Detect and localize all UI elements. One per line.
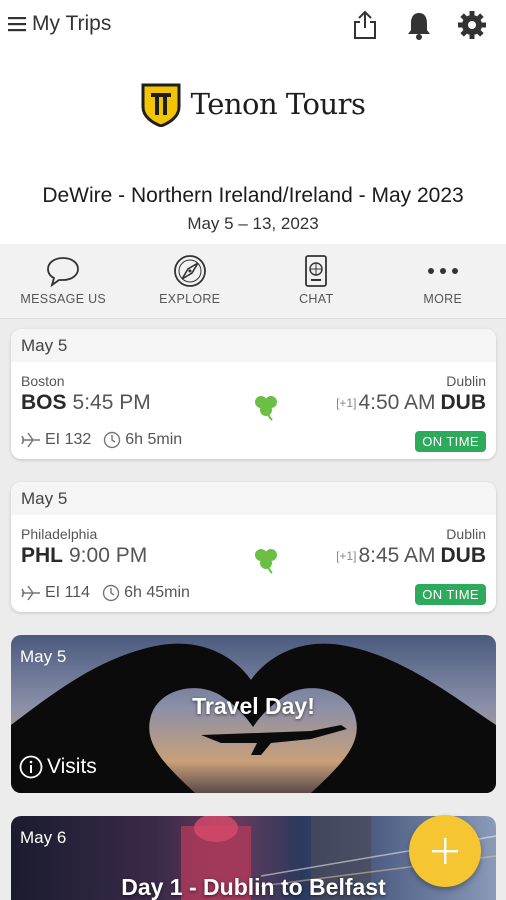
brand-logo: Tenon Tours: [0, 78, 506, 130]
itinerary-feed[interactable]: May 5 Boston Dublin BOS 5:45 PM [+1]4:50 …: [0, 319, 506, 900]
day-title: Travel Day!: [192, 693, 315, 719]
departure-city: Philadelphia: [21, 526, 98, 542]
airplane-icon: [21, 432, 40, 448]
message-us-button[interactable]: MESSAGE US: [0, 244, 127, 318]
flight-meta: EI 132 6h 5min: [21, 431, 182, 449]
action-bar: MESSAGE US EXPLORE CHAT MORE: [0, 244, 506, 319]
clock-icon: [104, 431, 121, 449]
info-icon: [19, 755, 43, 779]
day-date: May 6: [20, 828, 67, 847]
day-date: May 5: [20, 647, 67, 666]
chat-label: CHAT: [299, 292, 334, 306]
message-us-label: MESSAGE US: [20, 292, 107, 306]
trip-dates: May 5 – 13, 2023: [187, 214, 319, 233]
explore-label: EXPLORE: [159, 292, 221, 306]
page-title: My Trips: [32, 12, 112, 35]
flight-number: EI 132: [45, 431, 92, 448]
departure-time: 5:45 PM: [72, 391, 151, 414]
flight-date: May 5: [11, 329, 496, 362]
departure-city: Boston: [21, 373, 65, 389]
departure-info: PHL 9:00 PM: [21, 544, 147, 568]
arrival-city: Dublin: [446, 526, 486, 542]
share-icon: [354, 10, 376, 39]
tenon-shield-logo: [141, 83, 181, 127]
arrival-city: Dublin: [446, 373, 486, 389]
trip-title: DeWire - Northern Ireland/Ireland - May …: [42, 184, 464, 207]
departure-code: PHL: [21, 544, 63, 567]
more-label: MORE: [423, 292, 463, 306]
more-button[interactable]: MORE: [380, 244, 506, 318]
compass-icon: [173, 255, 206, 287]
day-card-travel[interactable]: May 5 Travel Day! Visits: [11, 635, 496, 793]
menu-icon: [8, 17, 26, 32]
arrival-code: DUB: [440, 544, 487, 567]
add-button[interactable]: [409, 815, 481, 887]
chat-button[interactable]: CHAT: [253, 244, 380, 318]
bell-icon: [408, 13, 430, 40]
visits-label: Visits: [47, 755, 97, 778]
arrival-info: [+1]8:45 AM DUB: [336, 544, 486, 568]
flight-card[interactable]: May 5 Boston Dublin BOS 5:45 PM [+1]4:50 …: [11, 329, 496, 459]
flight-duration: 6h 45min: [124, 584, 190, 601]
visits-button[interactable]: Visits: [19, 755, 97, 779]
flight-duration: 6h 5min: [125, 431, 183, 448]
settings-button[interactable]: [455, 8, 489, 42]
departure-info: BOS 5:45 PM: [21, 391, 151, 415]
flight-meta: EI 114 6h 45min: [21, 584, 190, 602]
shamrock-icon: [255, 396, 277, 421]
arrival-time: 4:50 AM: [358, 391, 436, 414]
notifications-button[interactable]: [402, 8, 436, 42]
arrival-time: 8:45 AM: [358, 544, 436, 567]
share-button[interactable]: [348, 8, 382, 42]
plus-icon: [432, 838, 458, 864]
flight-number: EI 114: [45, 584, 91, 601]
passport-icon: [305, 255, 328, 287]
brand-name: Tenon Tours: [190, 87, 366, 121]
status-badge: ON TIME: [415, 584, 486, 605]
departure-code: BOS: [21, 391, 67, 414]
top-bar: My Trips: [0, 0, 506, 52]
arrival-code: DUB: [440, 391, 487, 414]
day-offset: [+1]: [336, 549, 357, 563]
speech-bubble-icon: [47, 257, 80, 287]
flight-card[interactable]: May 5 Philadelphia Dublin PHL 9:00 PM [+1…: [11, 482, 496, 612]
status-badge: ON TIME: [415, 431, 486, 452]
day-offset: [+1]: [336, 396, 357, 410]
menu-button[interactable]: My Trips: [8, 12, 111, 36]
flight-date: May 5: [11, 482, 496, 515]
gear-icon: [458, 11, 486, 39]
explore-button[interactable]: EXPLORE: [127, 244, 254, 318]
more-dots-icon: [427, 268, 458, 274]
airplane-icon: [21, 585, 40, 601]
clock-icon: [102, 584, 120, 602]
shamrock-icon: [255, 549, 277, 574]
arrival-info: [+1]4:50 AM DUB: [336, 391, 486, 415]
departure-time: 9:00 PM: [69, 544, 148, 567]
